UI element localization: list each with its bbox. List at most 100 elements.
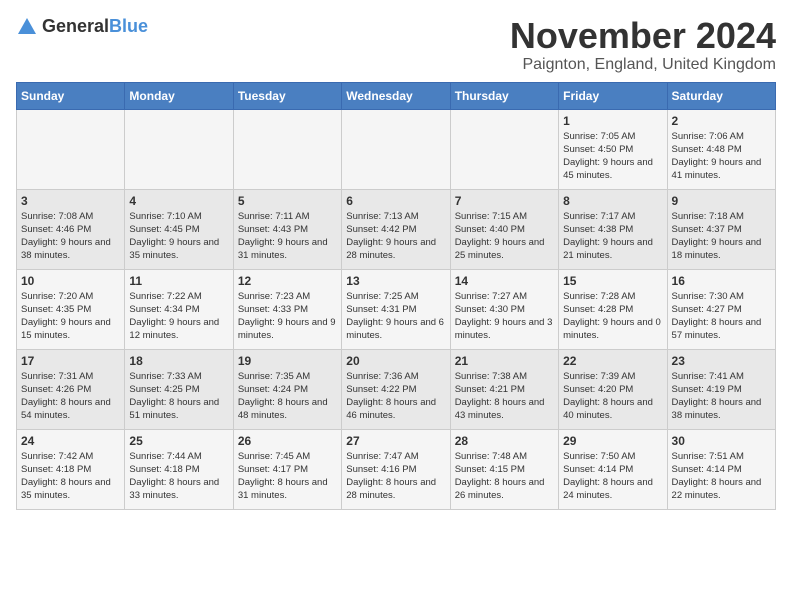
day-info: Sunrise: 7:44 AM Sunset: 4:18 PM Dayligh…: [129, 450, 228, 503]
day-info: Sunrise: 7:45 AM Sunset: 4:17 PM Dayligh…: [238, 450, 337, 503]
calendar-week-row: 10 Sunrise: 7:20 AM Sunset: 4:35 PM Dayli…: [17, 269, 776, 349]
day-info: Sunrise: 7:30 AM Sunset: 4:27 PM Dayligh…: [672, 290, 771, 343]
day-info: Sunrise: 7:33 AM Sunset: 4:25 PM Dayligh…: [129, 370, 228, 423]
day-info: Sunrise: 7:17 AM Sunset: 4:38 PM Dayligh…: [563, 210, 662, 263]
day-info: Sunrise: 7:27 AM Sunset: 4:30 PM Dayligh…: [455, 290, 554, 343]
calendar-cell: 23Sunrise: 7:41 AM Sunset: 4:19 PM Dayli…: [667, 349, 775, 429]
day-number: 1: [563, 114, 662, 128]
day-info: Sunrise: 7:08 AM Sunset: 4:46 PM Dayligh…: [21, 210, 120, 263]
header: GeneralBlue November 2024 Paignton, Engl…: [16, 16, 776, 74]
day-info: Sunrise: 7:41 AM Sunset: 4:19 PM Dayligh…: [672, 370, 771, 423]
day-number: 25: [129, 434, 228, 448]
calendar-table: SundayMondayTuesdayWednesdayThursdayFrid…: [16, 82, 776, 510]
column-header-friday: Friday: [559, 82, 667, 109]
calendar-cell: 27 Sunrise: 7:47 AM Sunset: 4:16 PM Dayli…: [342, 429, 450, 509]
day-number: 19: [238, 354, 337, 368]
calendar-cell: 9 Sunrise: 7:18 AM Sunset: 4:37 PM Daylig…: [667, 189, 775, 269]
calendar-cell: 4Sunrise: 7:10 AM Sunset: 4:45 PM Daylig…: [125, 189, 233, 269]
calendar-cell: 24Sunrise: 7:42 AM Sunset: 4:18 PM Dayli…: [17, 429, 125, 509]
day-number: 27: [346, 434, 445, 448]
day-number: 20: [346, 354, 445, 368]
calendar-cell: 14 Sunrise: 7:27 AM Sunset: 4:30 PM Dayli…: [450, 269, 558, 349]
calendar-week-row: 24Sunrise: 7:42 AM Sunset: 4:18 PM Dayli…: [17, 429, 776, 509]
calendar-cell: 1 Sunrise: 7:05 AM Sunset: 4:50 PM Daylig…: [559, 109, 667, 189]
calendar-cell: 17Sunrise: 7:31 AM Sunset: 4:26 PM Dayli…: [17, 349, 125, 429]
calendar-header-row: SundayMondayTuesdayWednesdayThursdayFrid…: [17, 82, 776, 109]
calendar-cell: 20 Sunrise: 7:36 AM Sunset: 4:22 PM Dayli…: [342, 349, 450, 429]
logo-text-general: General: [42, 16, 109, 36]
calendar-cell: 6Sunrise: 7:13 AM Sunset: 4:42 PM Daylig…: [342, 189, 450, 269]
day-number: 26: [238, 434, 337, 448]
day-number: 13: [346, 274, 445, 288]
day-info: Sunrise: 7:13 AM Sunset: 4:42 PM Dayligh…: [346, 210, 445, 263]
day-number: 7: [455, 194, 554, 208]
calendar-cell: [342, 109, 450, 189]
calendar-cell: 15Sunrise: 7:28 AM Sunset: 4:28 PM Dayli…: [559, 269, 667, 349]
calendar-cell: [125, 109, 233, 189]
day-number: 12: [238, 274, 337, 288]
calendar-cell: 30 Sunrise: 7:51 AM Sunset: 4:14 PM Dayli…: [667, 429, 775, 509]
calendar-cell: 2 Sunrise: 7:06 AM Sunset: 4:48 PM Daylig…: [667, 109, 775, 189]
logo-text-blue: Blue: [109, 16, 148, 36]
calendar-cell: 22 Sunrise: 7:39 AM Sunset: 4:20 PM Dayli…: [559, 349, 667, 429]
day-number: 2: [672, 114, 771, 128]
calendar-cell: 16 Sunrise: 7:30 AM Sunset: 4:27 PM Dayli…: [667, 269, 775, 349]
column-header-wednesday: Wednesday: [342, 82, 450, 109]
calendar-cell: 7 Sunrise: 7:15 AM Sunset: 4:40 PM Daylig…: [450, 189, 558, 269]
calendar-cell: 3 Sunrise: 7:08 AM Sunset: 4:46 PM Daylig…: [17, 189, 125, 269]
day-info: Sunrise: 7:11 AM Sunset: 4:43 PM Dayligh…: [238, 210, 337, 263]
day-info: Sunrise: 7:22 AM Sunset: 4:34 PM Dayligh…: [129, 290, 228, 343]
calendar-cell: 28 Sunrise: 7:48 AM Sunset: 4:15 PM Dayli…: [450, 429, 558, 509]
calendar-cell: 10 Sunrise: 7:20 AM Sunset: 4:35 PM Dayli…: [17, 269, 125, 349]
column-header-sunday: Sunday: [17, 82, 125, 109]
day-info: Sunrise: 7:28 AM Sunset: 4:28 PM Dayligh…: [563, 290, 662, 343]
day-info: Sunrise: 7:20 AM Sunset: 4:35 PM Dayligh…: [21, 290, 120, 343]
day-info: Sunrise: 7:47 AM Sunset: 4:16 PM Dayligh…: [346, 450, 445, 503]
day-info: Sunrise: 7:05 AM Sunset: 4:50 PM Dayligh…: [563, 130, 662, 183]
calendar-cell: [450, 109, 558, 189]
day-info: Sunrise: 7:25 AM Sunset: 4:31 PM Dayligh…: [346, 290, 445, 343]
day-number: 14: [455, 274, 554, 288]
column-header-saturday: Saturday: [667, 82, 775, 109]
day-number: 22: [563, 354, 662, 368]
day-info: Sunrise: 7:23 AM Sunset: 4:33 PM Dayligh…: [238, 290, 337, 343]
day-number: 28: [455, 434, 554, 448]
day-number: 10: [21, 274, 120, 288]
logo-icon: [16, 16, 38, 38]
day-info: Sunrise: 7:39 AM Sunset: 4:20 PM Dayligh…: [563, 370, 662, 423]
day-info: Sunrise: 7:48 AM Sunset: 4:15 PM Dayligh…: [455, 450, 554, 503]
calendar-week-row: 3 Sunrise: 7:08 AM Sunset: 4:46 PM Daylig…: [17, 189, 776, 269]
calendar-cell: 18 Sunrise: 7:33 AM Sunset: 4:25 PM Dayli…: [125, 349, 233, 429]
day-info: Sunrise: 7:15 AM Sunset: 4:40 PM Dayligh…: [455, 210, 554, 263]
day-info: Sunrise: 7:36 AM Sunset: 4:22 PM Dayligh…: [346, 370, 445, 423]
day-number: 5: [238, 194, 337, 208]
day-info: Sunrise: 7:06 AM Sunset: 4:48 PM Dayligh…: [672, 130, 771, 183]
calendar-week-row: 17Sunrise: 7:31 AM Sunset: 4:26 PM Dayli…: [17, 349, 776, 429]
calendar-cell: [233, 109, 341, 189]
day-number: 9: [672, 194, 771, 208]
calendar-cell: 29Sunrise: 7:50 AM Sunset: 4:14 PM Dayli…: [559, 429, 667, 509]
calendar-cell: [17, 109, 125, 189]
day-number: 30: [672, 434, 771, 448]
location-title: Paignton, England, United Kingdom: [510, 56, 776, 74]
title-area: November 2024 Paignton, England, United …: [510, 16, 776, 74]
calendar-week-row: 1 Sunrise: 7:05 AM Sunset: 4:50 PM Daylig…: [17, 109, 776, 189]
calendar-cell: 26 Sunrise: 7:45 AM Sunset: 4:17 PM Dayli…: [233, 429, 341, 509]
day-number: 21: [455, 354, 554, 368]
calendar-cell: 19Sunrise: 7:35 AM Sunset: 4:24 PM Dayli…: [233, 349, 341, 429]
month-title: November 2024: [510, 16, 776, 56]
day-info: Sunrise: 7:31 AM Sunset: 4:26 PM Dayligh…: [21, 370, 120, 423]
calendar-body: 1 Sunrise: 7:05 AM Sunset: 4:50 PM Daylig…: [17, 109, 776, 509]
day-number: 3: [21, 194, 120, 208]
day-number: 16: [672, 274, 771, 288]
day-info: Sunrise: 7:50 AM Sunset: 4:14 PM Dayligh…: [563, 450, 662, 503]
day-info: Sunrise: 7:38 AM Sunset: 4:21 PM Dayligh…: [455, 370, 554, 423]
day-info: Sunrise: 7:42 AM Sunset: 4:18 PM Dayligh…: [21, 450, 120, 503]
day-info: Sunrise: 7:18 AM Sunset: 4:37 PM Dayligh…: [672, 210, 771, 263]
day-number: 11: [129, 274, 228, 288]
day-info: Sunrise: 7:51 AM Sunset: 4:14 PM Dayligh…: [672, 450, 771, 503]
day-number: 18: [129, 354, 228, 368]
calendar-cell: 13 Sunrise: 7:25 AM Sunset: 4:31 PM Dayli…: [342, 269, 450, 349]
day-info: Sunrise: 7:10 AM Sunset: 4:45 PM Dayligh…: [129, 210, 228, 263]
column-header-tuesday: Tuesday: [233, 82, 341, 109]
